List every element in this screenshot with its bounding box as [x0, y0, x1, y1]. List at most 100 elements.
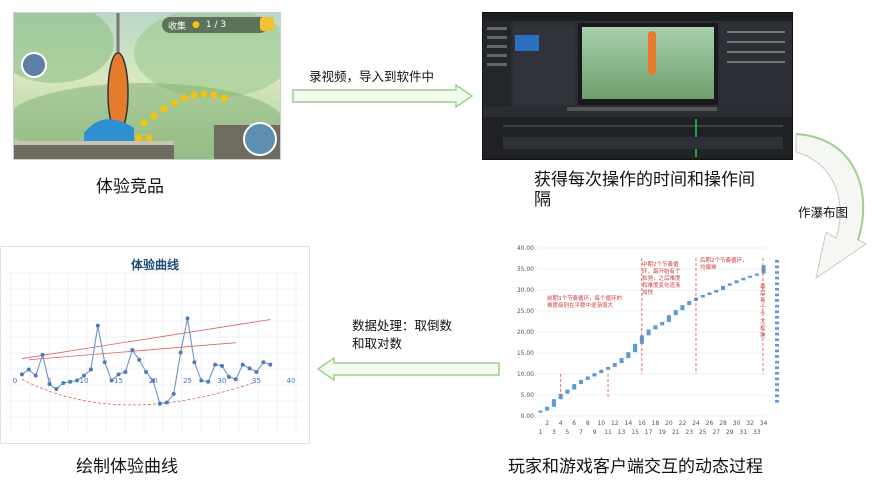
- waterfall-side-marker: [775, 265, 779, 269]
- curve-point: [137, 357, 142, 362]
- waterfall-ytick: 25.00: [517, 308, 534, 315]
- waterfall-ytick: 30.00: [517, 287, 534, 294]
- waterfall-side-marker: [775, 310, 779, 313]
- waterfall-bar: [619, 358, 624, 364]
- curve-point: [130, 348, 135, 353]
- waterfall-side-marker: [775, 332, 779, 336]
- curve-xtick: 25: [183, 377, 192, 385]
- waterfall-xtick: 12: [611, 420, 619, 427]
- curve-point: [109, 378, 114, 383]
- waterfall-side-marker: [775, 288, 779, 291]
- waterfall-bar: [633, 343, 638, 353]
- waterfall-bar: [646, 329, 651, 336]
- waterfall-xtick: 3: [552, 429, 556, 436]
- waterfall-xtick: 21: [672, 429, 680, 436]
- waterfall-xtick: 1: [538, 429, 542, 436]
- collect-label: 收集: [168, 21, 187, 32]
- curve-xtick: 0: [13, 377, 17, 385]
- editor-media-bin: [513, 25, 575, 105]
- game-screenshot: 收集 ● 1 / 3: [13, 12, 281, 160]
- waterfall-xtick: 10: [597, 420, 605, 427]
- curve-point: [254, 369, 259, 374]
- curve-point: [220, 363, 224, 368]
- waterfall-bar: [606, 366, 611, 370]
- curve-title: 体验曲线: [131, 257, 179, 272]
- curve-point: [95, 323, 100, 328]
- waterfall-side-marker: [775, 366, 779, 369]
- waterfall-xtick: 24: [692, 420, 700, 427]
- curve-point: [68, 379, 73, 384]
- waterfall-xtick: 13: [618, 429, 626, 436]
- waterfall-xtick: 8: [586, 420, 590, 427]
- curve-point: [226, 374, 231, 379]
- waterfall-bar: [660, 321, 665, 326]
- curve-point: [192, 360, 197, 365]
- waterfall-side-marker: [775, 260, 779, 263]
- curve-point: [171, 391, 176, 396]
- curve-point: [123, 369, 128, 374]
- waterfall-xtick: 14: [625, 420, 633, 427]
- waterfall-xtick: 23: [685, 429, 693, 436]
- waterfall-side-marker: [775, 338, 779, 341]
- label-data-processing: 数据处理：取倒数和取对数: [352, 318, 453, 351]
- game-top-bar: 收集 ● 1 / 3: [162, 17, 268, 33]
- waterfall-side-marker: [775, 355, 779, 358]
- waterfall-bar: [572, 384, 577, 390]
- waterfall-bar: [754, 273, 759, 276]
- waterfall-bar: [680, 305, 685, 311]
- waterfall-bar: [727, 283, 732, 286]
- curve-point: [185, 316, 190, 321]
- waterfall-side-marker: [775, 293, 779, 297]
- waterfall-side-marker: [775, 276, 779, 280]
- curve-point: [213, 362, 218, 367]
- editor-scrubber[interactable]: [567, 107, 717, 111]
- annotation-early: 前期3个节奏循环，每个循环的难度级别在平稳中逐渐增大: [547, 296, 623, 309]
- waterfall-bar: [626, 352, 631, 359]
- caption-interaction-process: 玩家和游戏客户端交互的动态过程: [508, 457, 763, 477]
- waterfall-bar: [551, 399, 556, 407]
- waterfall-bar: [761, 265, 766, 274]
- waterfall-xtick: 6: [572, 420, 576, 427]
- caption-draw-curve: 绘制体验曲线: [76, 457, 178, 477]
- waterfall-bar: [599, 369, 604, 374]
- editor-timeline: [483, 117, 792, 159]
- waterfall-bar: [714, 290, 719, 293]
- waterfall-xtick: 25: [699, 429, 707, 436]
- waterfall-side-marker: [775, 271, 779, 274]
- caption-get-time: 获得每次操作的时间和操作间隔: [534, 170, 755, 210]
- curve-point: [75, 378, 80, 383]
- waterfall-side-marker: [775, 394, 779, 397]
- waterfall-side-marker: [775, 304, 779, 308]
- waterfall-bar: [700, 295, 705, 298]
- editor-side-menu: [483, 21, 511, 107]
- curve-point: [26, 367, 31, 372]
- caption-experience-product: 体验竞品: [96, 177, 164, 197]
- curve-point: [82, 373, 86, 378]
- waterfall-xtick: 16: [638, 420, 646, 427]
- curve-xtick: 15: [114, 377, 123, 385]
- waterfall-xtick: 30: [733, 420, 741, 427]
- pause-icon[interactable]: [260, 17, 274, 31]
- label-record-import: 录视频，导入到软件中: [309, 69, 435, 84]
- waterfall-ytick: 10.00: [517, 371, 534, 378]
- label-make-waterfall: 作瀑布图: [798, 205, 849, 220]
- curve-point: [233, 377, 238, 382]
- waterfall-xtick: 15: [631, 429, 639, 436]
- annotation-final: 最后有一个大松弛: [760, 284, 766, 339]
- editor-toolbar: [483, 13, 792, 21]
- waterfall-bar: [721, 285, 726, 290]
- curve-point: [199, 378, 204, 383]
- waterfall-xtick: 27: [712, 429, 720, 436]
- waterfall-ytick: 20.00: [517, 329, 534, 336]
- waterfall-xtick: 26: [706, 420, 714, 427]
- waterfall-xtick: 2: [545, 420, 549, 427]
- waterfall-ytick: 15.00: [517, 350, 534, 357]
- curve-point: [19, 372, 24, 377]
- waterfall-xtick: 28: [719, 420, 727, 427]
- waterfall-bar: [666, 315, 671, 322]
- waterfall-xtick: 34: [760, 420, 768, 427]
- waterfall-xtick: 32: [746, 420, 754, 427]
- waterfall-side-marker: [775, 377, 779, 381]
- waterfall-xtick: 18: [652, 420, 660, 427]
- curve-point: [151, 378, 155, 383]
